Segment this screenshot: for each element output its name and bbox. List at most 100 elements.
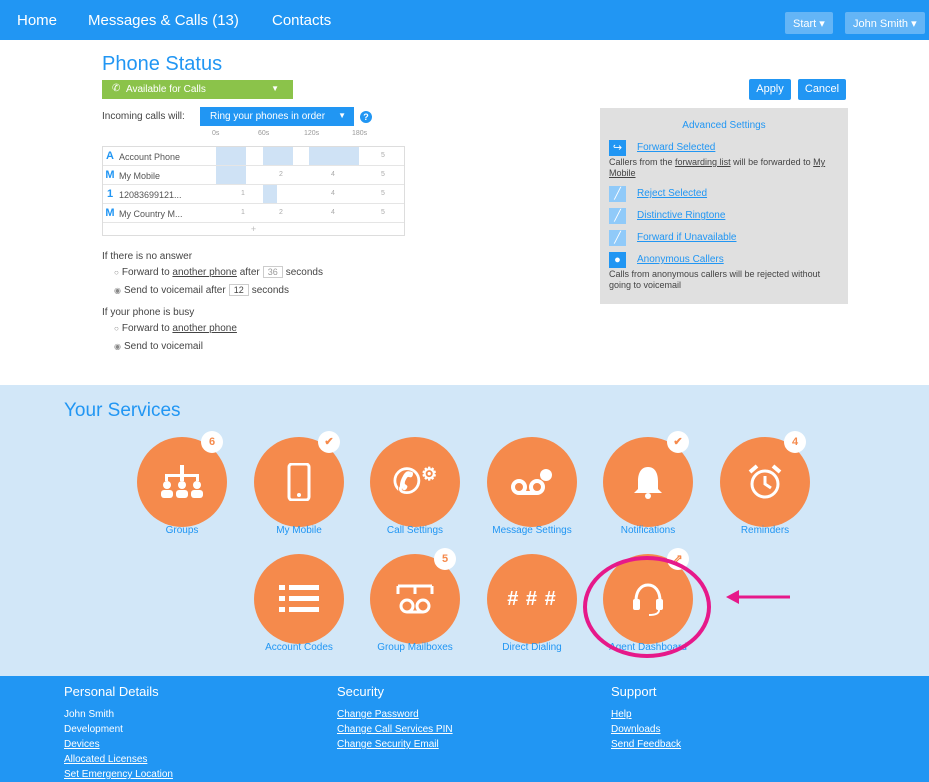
caret-down-icon: ▼ [271,84,279,93]
timeline-tick: 0s [212,130,220,137]
service-badge: ✔ [318,431,340,453]
service-badge: 4 [784,431,806,453]
user-department: Development [64,724,123,735]
user-menu-button[interactable]: John Smith ▾ [845,12,925,34]
timeline-tick: 120s [304,130,320,137]
ring-step: 5 [381,209,385,216]
busy-forward-option[interactable]: ○ Forward to another phone [114,323,237,334]
option-text: seconds [285,267,323,278]
phone-icon: ✆ [112,83,121,94]
ring-segment[interactable] [216,166,246,184]
option-text: Forward to [121,267,170,278]
ring-segment[interactable] [263,147,293,165]
forward-selected-description: Callers from the forwarding list will be… [609,157,844,179]
footer-heading: Security [337,684,384,699]
service-label: Reminders [740,525,790,536]
ring-step: 1 [241,190,245,197]
no-answer-forward-option[interactable]: ○ Forward to another phone after 36 seconds [114,266,323,278]
apply-button[interactable]: Apply [749,79,791,100]
user-name: John Smith [64,709,115,720]
radio-checked-icon: ◉ [114,286,121,295]
call-settings-icon: ✆ ⚙ [370,437,460,527]
ringtone-icon: ╱ [609,208,626,224]
pointer-arrow-icon [726,590,790,604]
allocated-licenses-link[interactable]: Allocated Licenses [64,752,173,767]
radio-checked-icon: ◉ [114,342,121,351]
set-emergency-location-link[interactable]: Set Emergency Location [64,767,173,782]
phone-type-badge: M [105,169,115,181]
forward-selected-link[interactable]: Forward Selected [637,142,715,153]
anonymous-callers-link[interactable]: Anonymous Callers [637,254,724,265]
phone-name: My Country M... [119,209,183,219]
devices-link[interactable]: Devices [64,737,173,752]
desc-text: will be forwarded to [733,157,811,167]
anonymous-callers-description: Calls from anonymous callers will be rej… [609,269,821,290]
ring-step: 4 [331,190,335,197]
caret-down-icon: ▾ [819,18,825,30]
service-badge: ✔ [667,431,689,453]
table-row[interactable]: M My Country M... 1 2 4 5 [103,204,404,223]
change-pin-link[interactable]: Change Call Services PIN [337,722,453,737]
downloads-link[interactable]: Downloads [611,722,681,737]
top-nav: Home Messages & Calls (13) Contacts Star… [0,0,929,40]
ring-mode-dropdown[interactable]: Ring your phones in order ▼ [200,107,354,126]
unavailable-icon: ╱ [609,230,626,246]
ring-segment[interactable] [309,147,359,165]
service-badge: 6 [201,431,223,453]
forwarding-list-link[interactable]: forwarding list [675,157,731,167]
change-password-link[interactable]: Change Password [337,707,453,722]
help-link[interactable]: Help [611,707,681,722]
another-phone-link[interactable]: another phone [172,267,237,278]
no-answer-voicemail-option[interactable]: ◉ Send to voicemail after 12 seconds [114,284,289,296]
nav-contacts[interactable]: Contacts [272,12,331,29]
caret-down-icon: ▼ [338,111,346,120]
phone-name: 12083699121... [119,190,182,200]
distinctive-ringtone-link[interactable]: Distinctive Ringtone [637,210,725,221]
ring-segment[interactable] [216,147,246,165]
option-text: seconds [251,285,289,296]
another-phone-link[interactable]: another phone [172,323,237,334]
ring-step: 5 [381,152,385,159]
forward-seconds-input[interactable]: 36 [262,266,283,278]
reject-icon: ╱ [609,186,626,202]
forward-if-unavailable-link[interactable]: Forward if Unavailable [637,232,737,243]
ring-step: 5 [381,190,385,197]
start-label: Start [793,18,817,30]
table-row[interactable]: M My Mobile 2 4 5 [103,166,404,185]
availability-value: Available for Calls [126,84,206,95]
help-icon[interactable]: ? [360,111,372,123]
highlight-circle [583,556,711,658]
no-answer-question: If there is no answer [102,251,193,262]
start-menu-button[interactable]: Start ▾ [785,12,833,34]
timeline-tick: 60s [258,130,270,137]
table-row[interactable]: 1 12083699121... 1 4 5 [103,185,404,204]
incoming-calls-label: Incoming calls will: [102,111,185,122]
phone-name: My Mobile [119,171,161,181]
reject-selected-link[interactable]: Reject Selected [637,188,707,199]
send-feedback-link[interactable]: Send Feedback [611,737,681,752]
forward-icon: ↪ [609,140,626,156]
voicemail-seconds-input[interactable]: 12 [228,284,249,296]
nav-home[interactable]: Home [17,12,57,29]
radio-unchecked-icon: ○ [114,324,119,333]
nav-messages-calls[interactable]: Messages & Calls (13) [88,12,239,29]
footer-support: Support Help Downloads Send Feedback [611,684,681,752]
busy-voicemail-option[interactable]: ◉ Send to voicemail [114,341,203,352]
caret-down-icon: ▾ [911,18,917,30]
advanced-settings-title: Advanced Settings [682,120,766,131]
change-security-email-link[interactable]: Change Security Email [337,737,453,752]
ring-segment[interactable] [263,185,277,203]
footer-security: Security Change Password Change Call Ser… [337,684,453,752]
footer: Personal Details John Smith Development … [0,676,929,782]
add-phone-button[interactable]: + [103,223,404,235]
hash-icon: # # # [487,554,577,644]
cancel-button[interactable]: Cancel [798,79,846,100]
phone-type-badge: 1 [106,188,114,200]
availability-dropdown[interactable]: ✆ Available for Calls ▼ [102,80,293,99]
table-row[interactable]: A Account Phone 5 [103,147,404,166]
ring-step: 2 [279,171,283,178]
ring-step: 4 [331,209,335,216]
desc-text: Callers from the [609,157,673,167]
option-text: Send to voicemail after [123,285,226,296]
page-title: Phone Status [102,53,223,75]
